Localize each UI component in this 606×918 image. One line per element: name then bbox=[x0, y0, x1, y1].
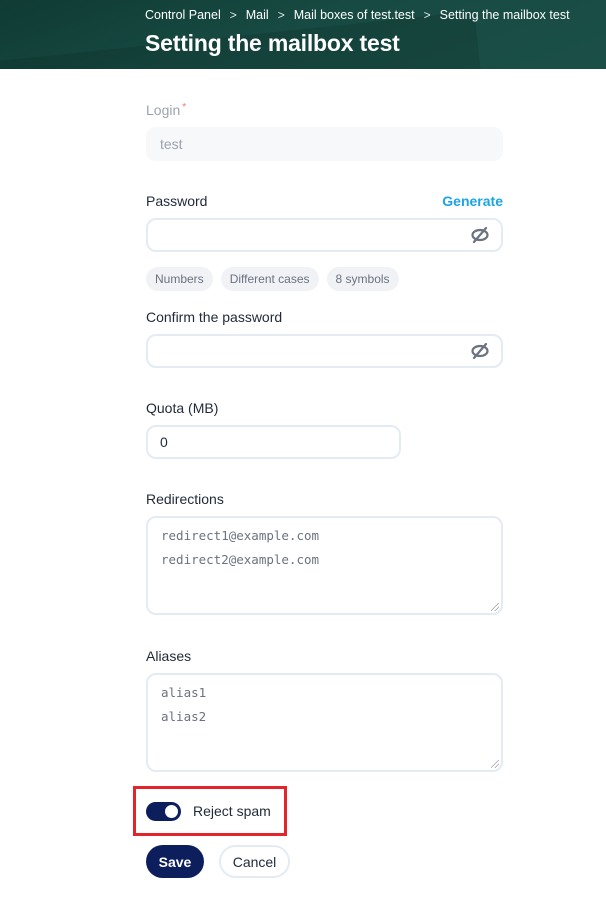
resize-handle-icon[interactable] bbox=[491, 603, 499, 611]
hint-chip-different-cases: Different cases bbox=[220, 267, 319, 291]
aliases-textarea[interactable]: alias1 alias2 bbox=[146, 673, 503, 772]
generate-password-link[interactable]: Generate bbox=[442, 193, 503, 209]
resize-handle-icon[interactable] bbox=[491, 760, 499, 768]
reject-spam-label[interactable]: Reject spam bbox=[193, 803, 271, 819]
hint-chip-numbers: Numbers bbox=[146, 267, 213, 291]
toggle-knob bbox=[165, 805, 178, 818]
save-button[interactable]: Save bbox=[146, 845, 204, 878]
breadcrumb-item-mail[interactable]: Mail bbox=[246, 8, 269, 22]
redirections-placeholder-line: redirect1@example.com bbox=[161, 528, 320, 543]
aliases-placeholder-line: alias1 bbox=[161, 685, 207, 700]
page-header: Control Panel > Mail > Mail boxes of tes… bbox=[0, 0, 606, 69]
password-field[interactable] bbox=[146, 218, 503, 252]
breadcrumb-separator-icon: > bbox=[229, 8, 237, 22]
login-label-text: Login bbox=[146, 102, 181, 118]
quota-value: 0 bbox=[160, 434, 168, 450]
breadcrumb: Control Panel > Mail > Mail boxes of tes… bbox=[145, 8, 570, 22]
confirm-password-field[interactable] bbox=[146, 334, 503, 368]
confirm-password-label: Confirm the password bbox=[146, 309, 283, 325]
redirections-textarea[interactable]: redirect1@example.com redirect2@example.… bbox=[146, 516, 503, 615]
redirections-placeholder-line: redirect2@example.com bbox=[161, 552, 320, 567]
breadcrumb-item-mailboxes[interactable]: Mail boxes of test.test bbox=[294, 8, 415, 22]
page-title: Setting the mailbox test bbox=[145, 30, 400, 56]
hint-chip-8-symbols: 8 symbols bbox=[326, 267, 399, 291]
eye-slash-icon[interactable] bbox=[471, 227, 489, 243]
login-value: test bbox=[160, 136, 183, 152]
eye-slash-icon[interactable] bbox=[471, 343, 489, 359]
required-mark: * bbox=[182, 102, 187, 113]
quota-field[interactable]: 0 bbox=[146, 425, 401, 459]
password-label: Password bbox=[146, 193, 208, 209]
reject-spam-toggle[interactable] bbox=[146, 802, 181, 821]
login-label: Login * bbox=[146, 102, 186, 118]
login-field: test bbox=[146, 127, 503, 161]
quota-label: Quota (MB) bbox=[146, 400, 219, 416]
breadcrumb-item-control-panel[interactable]: Control Panel bbox=[145, 8, 221, 22]
aliases-placeholder-line: alias2 bbox=[161, 709, 207, 724]
breadcrumb-separator-icon: > bbox=[277, 8, 285, 22]
breadcrumb-item-current: Setting the mailbox test bbox=[439, 8, 570, 22]
cancel-button[interactable]: Cancel bbox=[219, 845, 290, 878]
aliases-label: Aliases bbox=[146, 648, 192, 664]
breadcrumb-separator-icon: > bbox=[423, 8, 431, 22]
password-hints: Numbers Different cases 8 symbols bbox=[146, 267, 399, 291]
redirections-label: Redirections bbox=[146, 491, 224, 507]
